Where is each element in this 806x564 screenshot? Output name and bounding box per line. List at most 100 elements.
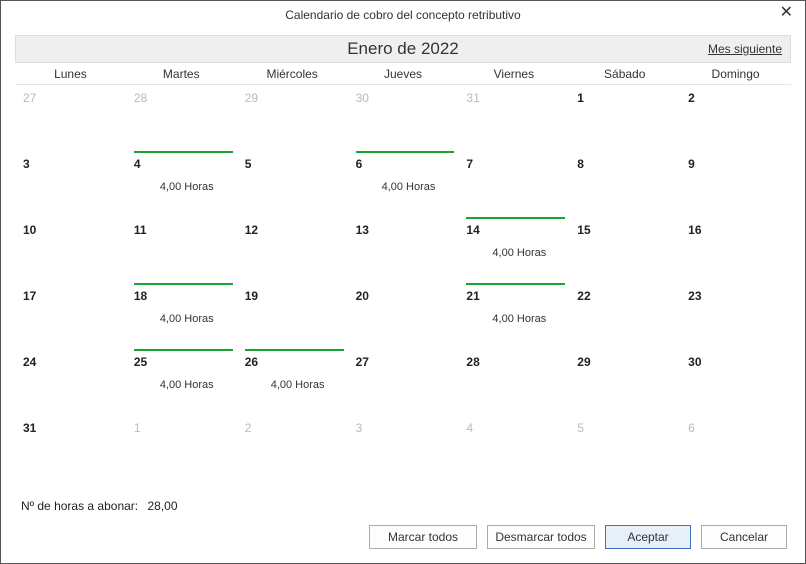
cancel-button[interactable]: Cancelar [701,525,787,549]
day-number: 31 [23,421,118,435]
day-number: 7 [466,157,561,171]
day-cell[interactable]: 13 [348,217,459,283]
day-hours: 4,00 Horas [160,181,214,193]
day-cell[interactable]: 27 [348,349,459,415]
day-number: 23 [688,289,783,303]
day-number: 16 [688,223,783,237]
day-cell[interactable]: 20 [348,283,459,349]
day-cell[interactable]: 64,00 Horas [348,151,459,217]
day-cell[interactable]: 5 [237,151,348,217]
day-number: 3 [356,421,451,435]
day-mark [466,217,565,219]
titlebar: Calendario de cobro del concepto retribu… [1,1,805,29]
day-number: 29 [245,91,340,105]
day-hours: 4,00 Horas [160,379,214,391]
day-number: 10 [23,223,118,237]
day-cell[interactable]: 44,00 Horas [126,151,237,217]
day-number: 13 [356,223,451,237]
summary-value: 28,00 [147,499,177,513]
day-cell[interactable]: 16 [680,217,791,283]
day-hours: 4,00 Horas [271,379,325,391]
day-cell: 27 [15,85,126,151]
day-mark [134,151,233,153]
day-mark [245,349,344,351]
day-cell[interactable]: 21 4,00 Horas [458,283,569,349]
day-cell: 6 [680,415,791,481]
dow-lunes: Lunes [15,63,126,84]
day-cell[interactable]: 30 [680,349,791,415]
day-cell[interactable]: 22 [569,283,680,349]
day-number: 27 [23,91,118,105]
day-number: 5 [245,157,340,171]
day-cell: 3 [348,415,459,481]
mark-all-button[interactable]: Marcar todos [369,525,477,549]
day-number: 31 [466,91,561,105]
day-hours: 4,00 Horas [492,313,546,325]
day-mark [134,283,233,285]
day-cell[interactable]: 10 [15,217,126,283]
day-cell[interactable]: 9 [680,151,791,217]
day-cell[interactable]: 1 [569,85,680,151]
day-number: 14 [466,223,561,237]
day-cell: 28 [126,85,237,151]
accept-button[interactable]: Aceptar [605,525,691,549]
day-cell: 30 [348,85,459,151]
day-number: 3 [23,157,118,171]
day-mark [134,349,233,351]
day-number: 27 [356,355,451,369]
day-number: 2 [245,421,340,435]
next-month-link[interactable]: Mes siguiente [708,42,782,56]
day-cell[interactable]: 31 [15,415,126,481]
day-cell[interactable]: 11 [126,217,237,283]
day-cell[interactable]: 25 4,00 Horas [126,349,237,415]
day-cell[interactable]: 17 [15,283,126,349]
unmark-all-button[interactable]: Desmarcar todos [487,525,595,549]
dialog-window: Calendario de cobro del concepto retribu… [0,0,806,564]
month-header: Enero de 2022 Mes siguiente [15,35,791,63]
close-icon[interactable]: ✕ [774,3,799,23]
day-number: 29 [577,355,672,369]
day-number: 25 [134,355,229,369]
day-number: 19 [245,289,340,303]
day-cell[interactable]: 14 4,00 Horas [458,217,569,283]
day-number: 5 [577,421,672,435]
day-cell[interactable]: 23 [680,283,791,349]
day-cell[interactable]: 15 [569,217,680,283]
day-cell: 4 [458,415,569,481]
day-number: 6 [688,421,783,435]
day-cell: 29 [237,85,348,151]
button-bar: Marcar todos Desmarcar todos Aceptar Can… [15,519,791,549]
day-cell[interactable]: 28 [458,349,569,415]
day-cell[interactable]: 2 [680,85,791,151]
dow-sabado: Sábado [569,63,680,84]
day-cell[interactable]: 24 [15,349,126,415]
day-number: 15 [577,223,672,237]
dow-miercoles: Miércoles [237,63,348,84]
day-cell[interactable]: 264,00 Horas [237,349,348,415]
day-number: 4 [466,421,561,435]
day-cell[interactable]: 12 [237,217,348,283]
dow-domingo: Domingo [680,63,791,84]
day-number: 18 [134,289,229,303]
day-number: 8 [577,157,672,171]
day-number: 20 [356,289,451,303]
day-cell[interactable]: 3 [15,151,126,217]
day-cell[interactable]: 29 [569,349,680,415]
day-hours: 4,00 Horas [492,247,546,259]
day-number: 2 [688,91,783,105]
day-number: 6 [356,157,451,171]
day-number: 30 [356,91,451,105]
day-number: 21 [466,289,561,303]
calendar-grid: 272829303112344,00 Horas564,00 Horas7891… [15,85,791,481]
day-number: 17 [23,289,118,303]
day-cell: 1 [126,415,237,481]
day-cell[interactable]: 18 4,00 Horas [126,283,237,349]
day-cell[interactable]: 8 [569,151,680,217]
day-cell[interactable]: 7 [458,151,569,217]
day-cell[interactable]: 19 [237,283,348,349]
day-cell: 31 [458,85,569,151]
day-number: 9 [688,157,783,171]
day-hours: 4,00 Horas [160,313,214,325]
day-number: 1 [577,91,672,105]
summary-row: Nº de horas a abonar: 28,00 [15,481,791,519]
